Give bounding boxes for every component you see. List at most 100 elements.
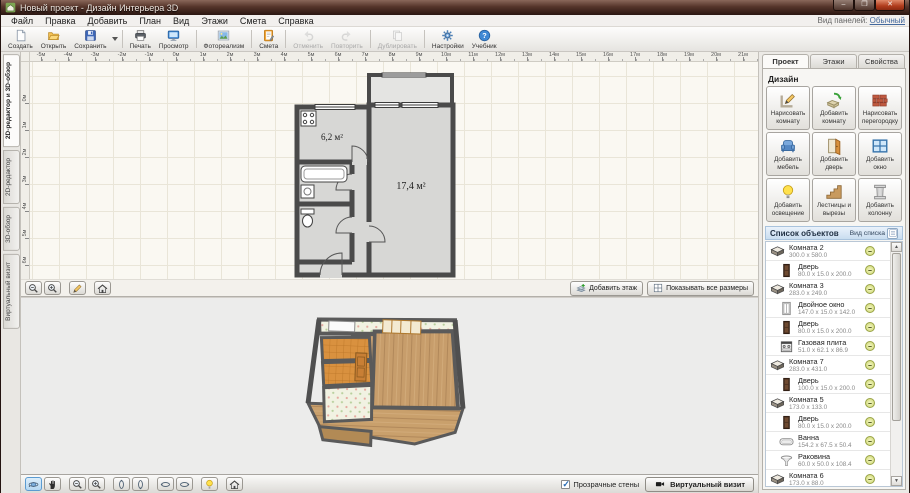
tab-этажи[interactable]: Этажи xyxy=(810,54,857,68)
view-panels-link[interactable]: Обычный xyxy=(870,16,905,25)
visibility-eye-icon[interactable] xyxy=(865,360,875,370)
toolbar-estimate-button[interactable]: Смета xyxy=(255,28,282,50)
rotate-cw-icon xyxy=(135,479,146,490)
mode-tab-3[interactable]: 3D-обзор xyxy=(3,207,20,251)
furniture-button[interactable]: Добавить мебель xyxy=(766,132,810,176)
object-row[interactable]: Комната 3283.0 x 249.0 xyxy=(766,280,890,299)
show-all-sizes-button[interactable]: Показывать все размеры xyxy=(647,281,754,296)
orbit-left-button[interactable] xyxy=(157,477,174,491)
draw-partition-button[interactable]: Нарисовать перегородку xyxy=(858,86,902,130)
menu-справка[interactable]: Справка xyxy=(272,16,319,26)
object-row[interactable]: Комната 5173.0 x 133.0 xyxy=(766,394,890,413)
mode-tab-2[interactable]: 2D-редактор xyxy=(3,150,20,204)
visibility-eye-icon[interactable] xyxy=(865,474,875,484)
visibility-eye-icon[interactable] xyxy=(865,322,875,332)
bath-item-icon xyxy=(779,434,796,449)
stairs-button[interactable]: Лестницы и вырезы xyxy=(812,178,856,222)
add-room-button[interactable]: Добавить комнату xyxy=(812,86,856,130)
menu-вид[interactable]: Вид xyxy=(167,16,195,26)
transparent-walls-checkbox[interactable] xyxy=(561,480,570,489)
object-row[interactable]: Дверь100.0 x 15.0 x 200.0 xyxy=(766,375,890,394)
plan-2d-canvas[interactable]: 6,2 м² 17,4 м² xyxy=(30,62,758,279)
visibility-eye-icon[interactable] xyxy=(865,303,875,313)
toolbar-new-document-button[interactable]: Создать xyxy=(4,28,37,50)
scroll-down-arrow[interactable]: ▼ xyxy=(891,476,902,486)
tab-свойства[interactable]: Свойства xyxy=(858,54,905,68)
ruler-tick xyxy=(122,57,123,61)
measure-button[interactable] xyxy=(69,281,86,295)
list-view-icon[interactable] xyxy=(887,228,898,239)
toolbar-undo-button[interactable]: Отменить xyxy=(289,28,327,50)
column-button[interactable]: Добавить колонну xyxy=(858,178,902,222)
reset-camera-button[interactable] xyxy=(226,477,243,491)
visibility-eye-icon[interactable] xyxy=(865,246,875,256)
visibility-eye-icon[interactable] xyxy=(865,455,875,465)
visibility-eye-icon[interactable] xyxy=(865,284,875,294)
object-row[interactable]: Дверь80.0 x 15.0 x 200.0 xyxy=(766,318,890,337)
virtual-visit-button[interactable]: Виртуальный визит xyxy=(645,477,754,492)
toolbar-save-button[interactable]: Сохранить xyxy=(70,28,110,50)
fit-view-button[interactable] xyxy=(94,281,111,295)
rotate-down-button[interactable] xyxy=(132,477,149,491)
object-row[interactable]: Газовая плита51.0 x 62.1 x 86.9 xyxy=(766,337,890,356)
menu-правка[interactable]: Правка xyxy=(39,16,81,26)
zoom-out-button[interactable] xyxy=(25,281,42,295)
viewer-3d-panel[interactable] xyxy=(21,297,758,474)
window-icon xyxy=(871,137,889,155)
toolbar-preview-button[interactable]: Просмотр xyxy=(155,28,193,50)
add-floor-button[interactable]: Добавить этаж xyxy=(570,281,643,296)
object-row[interactable]: Дверь80.0 x 15.0 x 200.0 xyxy=(766,413,890,432)
scroll-thumb[interactable] xyxy=(892,253,901,421)
transparent-walls-label[interactable]: Прозрачные стены xyxy=(573,480,639,489)
menu-файл[interactable]: Файл xyxy=(5,16,39,26)
ruler-tick xyxy=(689,57,690,61)
toolbar-tutorial-button[interactable]: ?Учебник xyxy=(468,28,501,50)
toolbar-duplicate-button[interactable]: Дублировать xyxy=(374,28,421,50)
ruler-tick xyxy=(41,57,42,61)
maximize-button[interactable]: ❐ xyxy=(854,0,875,11)
save-dropdown-caret[interactable] xyxy=(112,37,118,41)
toolbar-print-button[interactable]: Печать xyxy=(126,28,155,50)
orbit-mode-button[interactable] xyxy=(25,477,42,491)
zoom-in-3d-button[interactable] xyxy=(88,477,105,491)
zoom-out-3d-button[interactable] xyxy=(69,477,86,491)
mode-tab-4[interactable]: Виртуальный визит xyxy=(3,254,20,329)
object-row[interactable]: Комната 7283.0 x 431.0 xyxy=(766,356,890,375)
toolbar-open-folder-button[interactable]: Открыть xyxy=(37,28,71,50)
toolbar-photorealism-button[interactable]: Фотореализм xyxy=(200,28,249,50)
toolbar-settings-button[interactable]: Настройки xyxy=(428,28,468,50)
menu-смета[interactable]: Смета xyxy=(234,16,272,26)
object-row[interactable]: Двойное окно147.0 x 15.0 x 142.0 xyxy=(766,299,890,318)
toolbar-redo-button[interactable]: Повторить xyxy=(327,28,367,50)
minimize-button[interactable]: – xyxy=(833,0,854,11)
menu-план[interactable]: План xyxy=(133,16,167,26)
visibility-eye-icon[interactable] xyxy=(865,436,875,446)
rotate-up-button[interactable] xyxy=(113,477,130,491)
mode-tab-1[interactable]: 2D-редактор и 3D-обзор xyxy=(3,54,20,147)
object-row[interactable]: Комната 2300.0 x 580.0 xyxy=(766,242,890,261)
menu-добавить[interactable]: Добавить xyxy=(82,16,134,26)
orbit-right-button[interactable] xyxy=(176,477,193,491)
draw-room-button[interactable]: Нарисовать комнату xyxy=(766,86,810,130)
visibility-eye-icon[interactable] xyxy=(865,417,875,427)
furniture-icon xyxy=(779,137,797,155)
door-button[interactable]: Добавить дверь xyxy=(812,132,856,176)
visibility-eye-icon[interactable] xyxy=(865,379,875,389)
menu-этажи[interactable]: Этажи xyxy=(195,16,234,26)
visibility-eye-icon[interactable] xyxy=(865,265,875,275)
lighting-button[interactable]: Добавить освещение xyxy=(766,178,810,222)
object-row[interactable]: Комната 6173.0 x 88.0 xyxy=(766,470,890,487)
object-row[interactable]: Дверь80.0 x 15.0 x 200.0 xyxy=(766,261,890,280)
scroll-up-arrow[interactable]: ▲ xyxy=(891,242,902,252)
visibility-eye-icon[interactable] xyxy=(865,398,875,408)
object-row[interactable]: Раковина60.0 x 50.0 x 108.4 xyxy=(766,451,890,470)
close-button[interactable]: ✕ xyxy=(875,0,905,11)
toolbar-button-label: Печать xyxy=(130,43,151,50)
lighting-toggle-button[interactable] xyxy=(201,477,218,491)
object-row[interactable]: Ванна154.2 x 67.5 x 50.4 xyxy=(766,432,890,451)
pan-mode-button[interactable] xyxy=(44,477,61,491)
visibility-eye-icon[interactable] xyxy=(865,341,875,351)
design-button-label: Добавить освещение xyxy=(768,202,808,217)
zoom-in-button[interactable] xyxy=(44,281,61,295)
window-button[interactable]: Добавить окно xyxy=(858,132,902,176)
